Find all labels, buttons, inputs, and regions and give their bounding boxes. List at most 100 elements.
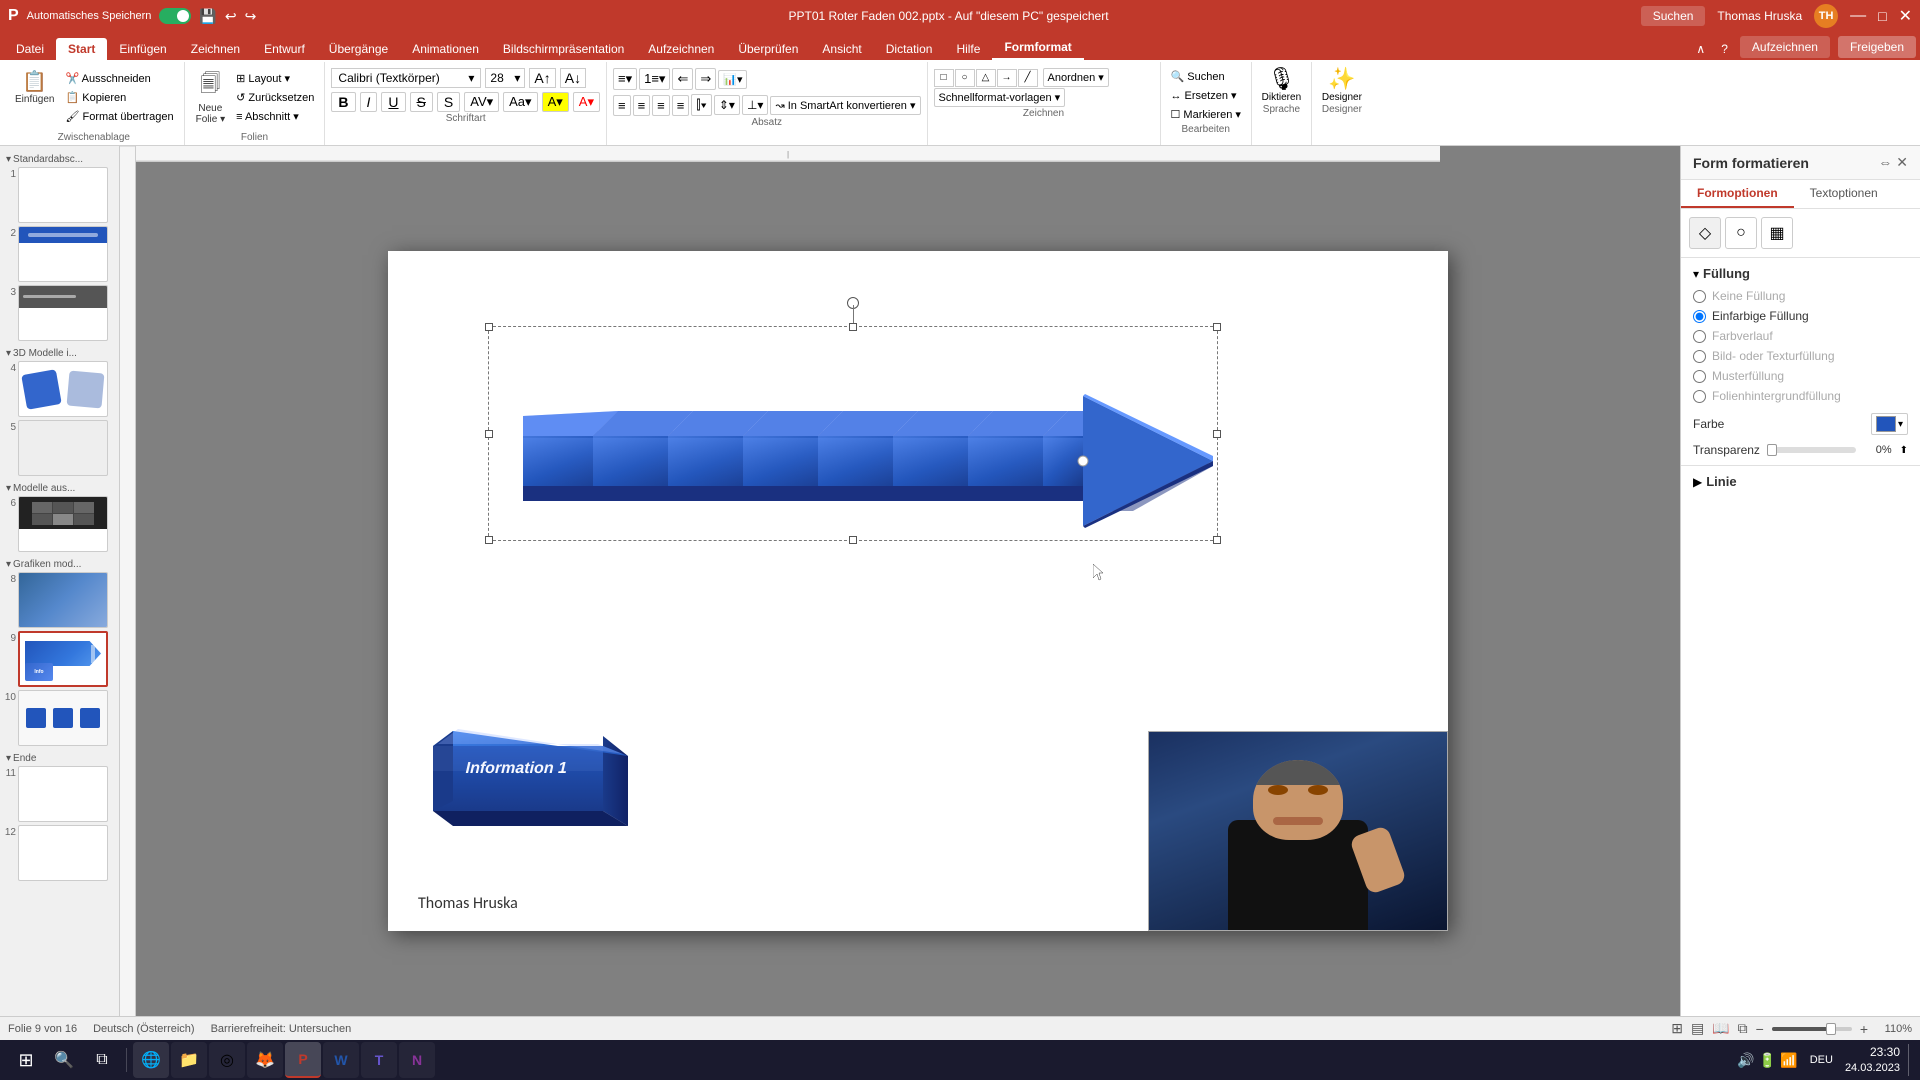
fill-option-none[interactable]: Keine Füllung [1693,289,1908,303]
share-btn[interactable]: Aufzeichnen [1740,36,1830,58]
key-button[interactable]: Information 1 [418,721,628,851]
shape-arrow-btn[interactable]: → [997,69,1017,87]
find-btn[interactable]: 🔍 Suchen [1167,68,1245,85]
taskbar-firefox[interactable]: 🦊 [247,1042,283,1078]
zoom-level[interactable]: 110% [1876,1023,1912,1035]
freigeben-btn[interactable]: Freigeben [1838,36,1916,58]
handle-tc[interactable] [849,323,857,331]
view-presenter-btn[interactable]: ⧉ [1738,1020,1748,1037]
fill-option-gradient[interactable]: Farbverlauf [1693,329,1908,343]
tab-zeichnen[interactable]: Zeichnen [179,38,252,60]
reset-btn[interactable]: ↺ Zurücksetzen [232,89,318,106]
layout-btn[interactable]: ⊞ Layout ▾ [232,70,318,87]
tab-formoptionen[interactable]: Formoptionen [1681,180,1794,208]
section-btn[interactable]: ≡ Abschnitt ▾ [232,108,318,125]
fill-radio-picture[interactable] [1693,350,1706,363]
slide-thumb-4[interactable]: 4 [2,361,117,417]
decrease-font-btn[interactable]: A↓ [560,68,586,88]
tab-textoptionen[interactable]: Textoptionen [1794,180,1894,208]
font-name-selector[interactable]: Calibri (Textkörper)▾ [331,68,481,88]
new-slide-btn[interactable]: 🗐 NeueFolie ▾ [191,66,230,128]
slide-thumb-11[interactable]: 11 [2,766,117,822]
shape-round-btn[interactable]: ○ [955,69,975,87]
start-button[interactable]: ⊞ [8,1042,44,1078]
fill-radio-solid[interactable] [1693,310,1706,323]
taskbar-chrome[interactable]: ◎ [209,1042,245,1078]
slide-canvas[interactable]: Information 1 Thomas Hruska [156,176,1680,1006]
select-btn[interactable]: ☐ Markieren ▾ [1167,106,1245,123]
format-painter-btn[interactable]: 🖌 Format übertragen [61,108,177,125]
size-properties-icon-btn[interactable]: ▦ [1761,217,1793,249]
tab-ansicht[interactable]: Ansicht [810,38,873,60]
strikethrough-btn[interactable]: S [410,92,433,112]
taskbar-teams[interactable]: T [361,1042,397,1078]
side-panel-close-btn[interactable]: ✕ [1896,154,1908,171]
color-picker-btn[interactable]: ▾ [1871,413,1908,435]
fill-option-pattern[interactable]: Musterfüllung [1693,369,1908,383]
maximize-btn[interactable]: □ [1878,8,1886,24]
cut-btn[interactable]: ✂️ Ausschneiden [61,70,177,87]
align-right-btn[interactable]: ≡ [652,95,670,116]
help-btn[interactable]: ? [1713,38,1736,60]
smartart-btn[interactable]: 📊▾ [718,70,747,89]
numbering-btn[interactable]: 1≡▾ [639,68,670,90]
rotation-handle[interactable] [847,297,859,309]
slide-thumb-8[interactable]: 8 [2,572,117,628]
view-reading-btn[interactable]: 📖 [1712,1020,1729,1037]
fill-option-slide[interactable]: Folienhintergrundfüllung [1693,389,1908,403]
text-direction-btn[interactable]: ⇕▾ [714,95,740,115]
increase-font-btn[interactable]: A↑ [529,68,555,88]
bullets-btn[interactable]: ≡▾ [613,68,637,90]
fill-option-solid[interactable]: Einfarbige Füllung [1693,309,1908,323]
tab-animationen[interactable]: Animationen [400,38,491,60]
increase-indent-btn[interactable]: ⇒ [695,68,716,90]
view-normal-btn[interactable]: ⊞ [1671,1020,1683,1037]
shape-triangle-btn[interactable]: △ [976,69,996,87]
language-status[interactable]: Deutsch (Österreich) [93,1023,194,1035]
designer-btn[interactable]: ✨ Designer [1322,66,1362,103]
taskbar-search[interactable]: 🔍 [46,1042,82,1078]
change-case-btn[interactable]: Aa▾ [503,92,537,112]
decrease-indent-btn[interactable]: ⇐ [672,68,693,90]
save-icon[interactable]: 💾 [199,8,216,25]
handle-tr[interactable] [1213,323,1221,331]
handle-bc[interactable] [849,536,857,544]
taskbar-onenote[interactable]: N [399,1042,435,1078]
slide[interactable]: Information 1 Thomas Hruska [388,251,1448,931]
slide-thumb-10[interactable]: 10 [2,690,117,746]
tab-entwurf[interactable]: Entwurf [252,38,317,60]
copy-btn[interactable]: 📋 Kopieren [61,89,177,106]
quick-styles-btn[interactable]: Schnellformat-vorlagen ▾ [934,88,1066,107]
slide-thumb-6[interactable]: 6 [2,496,117,552]
fill-radio-pattern[interactable] [1693,370,1706,383]
taskbar-system-icons[interactable]: 🔊 🔋 📶 [1737,1052,1797,1069]
paste-btn[interactable]: 📋 Einfügen [10,66,59,108]
align-left-btn[interactable]: ≡ [613,95,631,116]
highlight-btn[interactable]: A▾ [542,92,569,112]
close-btn[interactable]: ✕ [1899,6,1912,26]
taskbar-show-desktop[interactable] [1908,1044,1912,1076]
tab-hilfe[interactable]: Hilfe [944,38,992,60]
autosave-toggle[interactable] [159,8,191,24]
canvas-area[interactable]: | [136,146,1680,1016]
search-box[interactable]: Suchen [1641,6,1706,26]
tab-formformat[interactable]: Formformat [992,36,1083,60]
accessibility-status[interactable]: Barrierefreiheit: Untersuchen [211,1023,352,1035]
replace-btn[interactable]: ↔ Ersetzen ▾ [1167,87,1245,104]
tab-einfuegen[interactable]: Einfügen [107,38,178,60]
slide-thumb-9[interactable]: 9 Info [2,631,117,687]
fill-effects-icon-btn[interactable]: ◇ [1689,217,1721,249]
justify-btn[interactable]: ≡ [672,95,690,116]
font-color-btn[interactable]: A▾ [573,92,600,112]
arrange-btn[interactable]: Anordnen ▾ [1043,68,1109,87]
tab-aufzeichnen[interactable]: Aufzeichnen [636,38,726,60]
shape-line-btn[interactable]: ╱ [1018,69,1038,87]
columns-btn[interactable]: ⫿▾ [691,94,712,116]
handle-mr[interactable] [1213,430,1221,438]
fill-radio-slide[interactable] [1693,390,1706,403]
text-shadow-btn[interactable]: S [437,92,460,112]
fill-section-header[interactable]: ▾ Füllung [1693,266,1908,281]
shape-effects-icon-btn[interactable]: ○ [1725,217,1757,249]
slide-thumb-2[interactable]: 2 [2,226,117,282]
dictate-btn[interactable]: 🎙 Diktieren [1262,66,1301,103]
